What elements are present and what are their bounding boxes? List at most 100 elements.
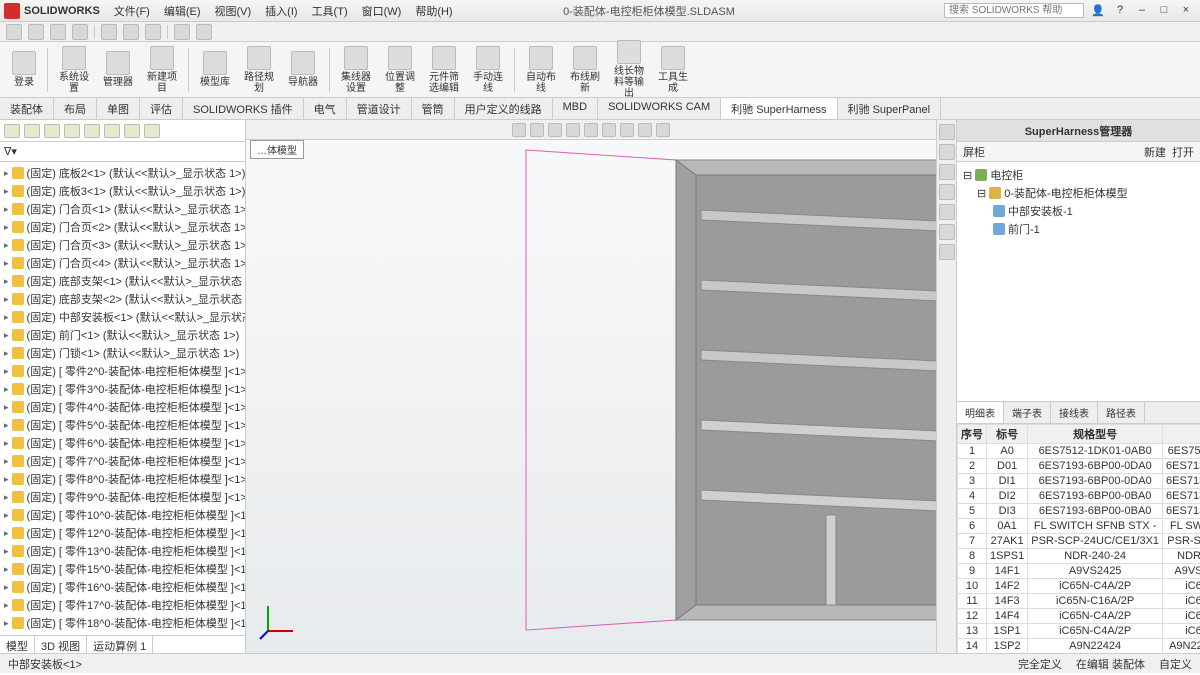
undo-icon[interactable]: [123, 24, 139, 40]
ribbon-item[interactable]: 线长物 料等输 出: [608, 38, 650, 101]
command-tab[interactable]: 管道设计: [347, 98, 412, 119]
tp-sh-icon[interactable]: [939, 244, 955, 260]
zoom-fit-icon[interactable]: [512, 123, 526, 137]
tree-item[interactable]: ▸(固定) 底板2<1> (默认<<默认>_显示状态 1>): [2, 164, 243, 182]
rp-table[interactable]: 序号标号规格型号3D模型1A06ES7512-1DK01-0AB06ES7512…: [957, 424, 1200, 653]
table-row[interactable]: 131SP1iC65N-C4A/2PiC65N 2P.SLDPRT: [958, 624, 1200, 639]
ribbon-item[interactable]: 元件筛 选编辑: [423, 44, 465, 96]
select-icon[interactable]: [174, 24, 190, 40]
table-row[interactable]: 5DI36ES7193-6BP00-0BA06ES7131-6BH01-0BA0…: [958, 504, 1200, 519]
ribbon-item[interactable]: 管理器: [97, 49, 139, 90]
command-tab[interactable]: 评估: [140, 98, 183, 119]
tree-item[interactable]: ▸(固定) 门合页<1> (默认<<默认>_显示状态 1>): [2, 200, 243, 218]
tree-item[interactable]: ▸(固定) [ 零件15^0-装配体-电控柜柜体模型 ]<1> (默认<<: [2, 560, 243, 578]
table-header[interactable]: 3D模型: [1163, 425, 1200, 444]
view-settings-icon[interactable]: [656, 123, 670, 137]
tree-item[interactable]: ▸(固定) 底板3<1> (默认<<默认>_显示状态 1>): [2, 182, 243, 200]
table-header[interactable]: 序号: [958, 425, 987, 444]
tree-item[interactable]: ▸(固定) 前门<1> (默认<<默认>_显示状态 1>): [2, 326, 243, 344]
ribbon-item[interactable]: 路径规 划: [238, 44, 280, 96]
table-row[interactable]: 1014F2iC65N-C4A/2PiC65N 2P.SLDPRT: [958, 579, 1200, 594]
viewport[interactable]: …体模型: [246, 120, 936, 653]
rp-tab[interactable]: 接线表: [1051, 402, 1098, 423]
tree-item[interactable]: ▸(固定) [ 零件12^0-装配体-电控柜柜体模型 ]<1> (默认<<: [2, 524, 243, 542]
command-tab[interactable]: MBD: [553, 98, 598, 119]
tree-item[interactable]: ▸(固定) [ 零件2^0-装配体-电控柜柜体模型 ]<1> (默认<<默: [2, 362, 243, 380]
rp-tab[interactable]: 明细表: [957, 402, 1004, 423]
tree-item[interactable]: ▸(固定) [ 零件3^0-装配体-电控柜柜体模型 ]<1> (默认<<默: [2, 380, 243, 398]
orientation-triad[interactable]: [258, 601, 298, 641]
table-row[interactable]: 2D016ES7193-6BP00-0DA06ES7132-6BH01-0BA0…: [958, 459, 1200, 474]
menu-item[interactable]: 工具(T): [306, 1, 354, 21]
tree-item[interactable]: ▸(固定) 门合页<3> (默认<<默认>_显示状态 1>): [2, 236, 243, 254]
appearance-icon[interactable]: [620, 123, 634, 137]
menu-item[interactable]: 窗口(W): [356, 1, 408, 21]
tree-tab-icon[interactable]: [4, 124, 20, 138]
ribbon-item[interactable]: 集线器 设置: [335, 44, 377, 96]
tree-item[interactable]: ▸(固定) [ 零件10^0-装配体-电控柜柜体模型 ]<1> (默认<<: [2, 506, 243, 524]
tree-item[interactable]: ▸(固定) [ 零件18^0-装配体-电控柜柜体模型 ]<1> (默认<<: [2, 614, 243, 632]
command-tab[interactable]: 用户定义的线路: [455, 98, 553, 119]
command-tab[interactable]: 单图: [97, 98, 140, 119]
table-row[interactable]: 81SPS1NDR-240-24NDR-240-24.SLDPRT: [958, 549, 1200, 564]
tp-custom-icon[interactable]: [939, 204, 955, 220]
menu-item[interactable]: 视图(V): [209, 1, 258, 21]
open-icon[interactable]: [50, 24, 66, 40]
save-icon[interactable]: [72, 24, 88, 40]
options-icon[interactable]: [196, 24, 212, 40]
tree-item[interactable]: ▸(固定) [ 零件9^0-装配体-电控柜柜体模型 ]<1> (默认<<默: [2, 488, 243, 506]
display-tab-icon[interactable]: [64, 124, 80, 138]
tree-bottom-tab[interactable]: 运动算例 1: [87, 636, 153, 653]
prop-tab-icon[interactable]: [24, 124, 40, 138]
tree-item[interactable]: ▸(固定) 底部支架<2> (默认<<默认>_显示状态 1>): [2, 290, 243, 308]
table-row[interactable]: 727AK1PSR-SCP-24UC/CE1/3X1PSR-SCP-24UC C…: [958, 534, 1200, 549]
command-tab[interactable]: 布局: [54, 98, 97, 119]
zoom-area-icon[interactable]: [530, 123, 544, 137]
tree-item[interactable]: ▸(固定) [ 零件13^0-装配体-电控柜柜体模型 ]<1> (默认<<: [2, 542, 243, 560]
tree-bottom-tab[interactable]: 3D 视图: [35, 636, 87, 653]
table-row[interactable]: 1A06ES7512-1DK01-0AB06ES7512-1DK01-0AB0 …: [958, 444, 1200, 459]
print-icon[interactable]: [101, 24, 117, 40]
table-row[interactable]: 141SP2A9N22424A9N22424 iC65N (H) -2P: [958, 639, 1200, 654]
menu-item[interactable]: 帮助(H): [409, 1, 458, 21]
ribbon-item[interactable]: 导航器: [282, 49, 324, 90]
extra2-tab-icon[interactable]: [104, 124, 120, 138]
ribbon-item[interactable]: 布线刷 新: [564, 44, 606, 96]
ribbon-item[interactable]: 系统设 置: [53, 44, 95, 96]
help-search-input[interactable]: [944, 3, 1084, 18]
table-row[interactable]: 3DI16ES7193-6BP00-0DA06ES7132-6BH01-0BA0…: [958, 474, 1200, 489]
menu-item[interactable]: 文件(F): [108, 1, 156, 21]
command-tab[interactable]: 利驰 SuperPanel: [838, 98, 942, 119]
rp-tree[interactable]: ⊟电控柜 ⊟0-装配体-电控柜柜体模型 中部安装板-1 前门-1: [957, 162, 1200, 402]
tree-item[interactable]: ▸(固定) 中部安装板<1> (默认<<默认>_显示状态 1>): [2, 308, 243, 326]
tree-item[interactable]: ▸(固定) 门合页<2> (默认<<默认>_显示状态 1>): [2, 218, 243, 236]
section-icon[interactable]: [566, 123, 580, 137]
tree-item[interactable]: ▸(固定) [ 零件7^0-装配体-电控柜柜体模型 ]<1> (默认<<默: [2, 452, 243, 470]
rp-tab[interactable]: 路径表: [1098, 402, 1145, 423]
table-row[interactable]: 1214F4iC65N-C4A/2PiC65N 2P.SLDPRT: [958, 609, 1200, 624]
hide-show-icon[interactable]: [602, 123, 616, 137]
close-icon[interactable]: ×: [1176, 4, 1196, 17]
extra4-tab-icon[interactable]: [144, 124, 160, 138]
tree-item[interactable]: ▸(固定) [ 零件17^0-装配体-电控柜柜体模型 ]<1> (默认<<: [2, 596, 243, 614]
rp-new-button[interactable]: 新建: [1144, 144, 1166, 160]
rp-open-button[interactable]: 打开: [1172, 144, 1194, 160]
tree-filter-bar[interactable]: ∇▾: [0, 142, 245, 162]
tree-item[interactable]: ▸(固定) [ 零件16^0-装配体-电控柜柜体模型 ]<1> (默认<<: [2, 578, 243, 596]
tree-item[interactable]: ▸(固定) [ 零件5^0-装配体-电控柜柜体模型 ]<1> (默认<<默: [2, 416, 243, 434]
tree-item[interactable]: ▸(固定) 底部支架<1> (默认<<默认>_显示状态 1>): [2, 272, 243, 290]
rp-tab[interactable]: 端子表: [1004, 402, 1051, 423]
menu-item[interactable]: 编辑(E): [158, 1, 207, 21]
maximize-icon[interactable]: □: [1154, 4, 1174, 17]
tp-props-icon[interactable]: [939, 164, 955, 180]
tree-item[interactable]: ▸(固定) [ 零件4^0-装配体-电控柜柜体模型 ]<1> (默认<<默: [2, 398, 243, 416]
display-style-icon[interactable]: [584, 123, 598, 137]
command-tab[interactable]: 装配体: [0, 98, 54, 119]
tree-item[interactable]: ▸(固定) 门锁<1> (默认<<默认>_显示状态 1>): [2, 344, 243, 362]
tree-item[interactable]: ▸(固定) [ 零件8^0-装配体-电控柜柜体模型 ]<1> (默认<<默: [2, 470, 243, 488]
filter-icon[interactable]: ∇▾: [4, 145, 17, 158]
table-header[interactable]: 规格型号: [1028, 425, 1163, 444]
command-tab[interactable]: 电气: [304, 98, 347, 119]
ribbon-item[interactable]: 位置调 整: [379, 44, 421, 96]
help-icon[interactable]: ?: [1110, 4, 1130, 17]
